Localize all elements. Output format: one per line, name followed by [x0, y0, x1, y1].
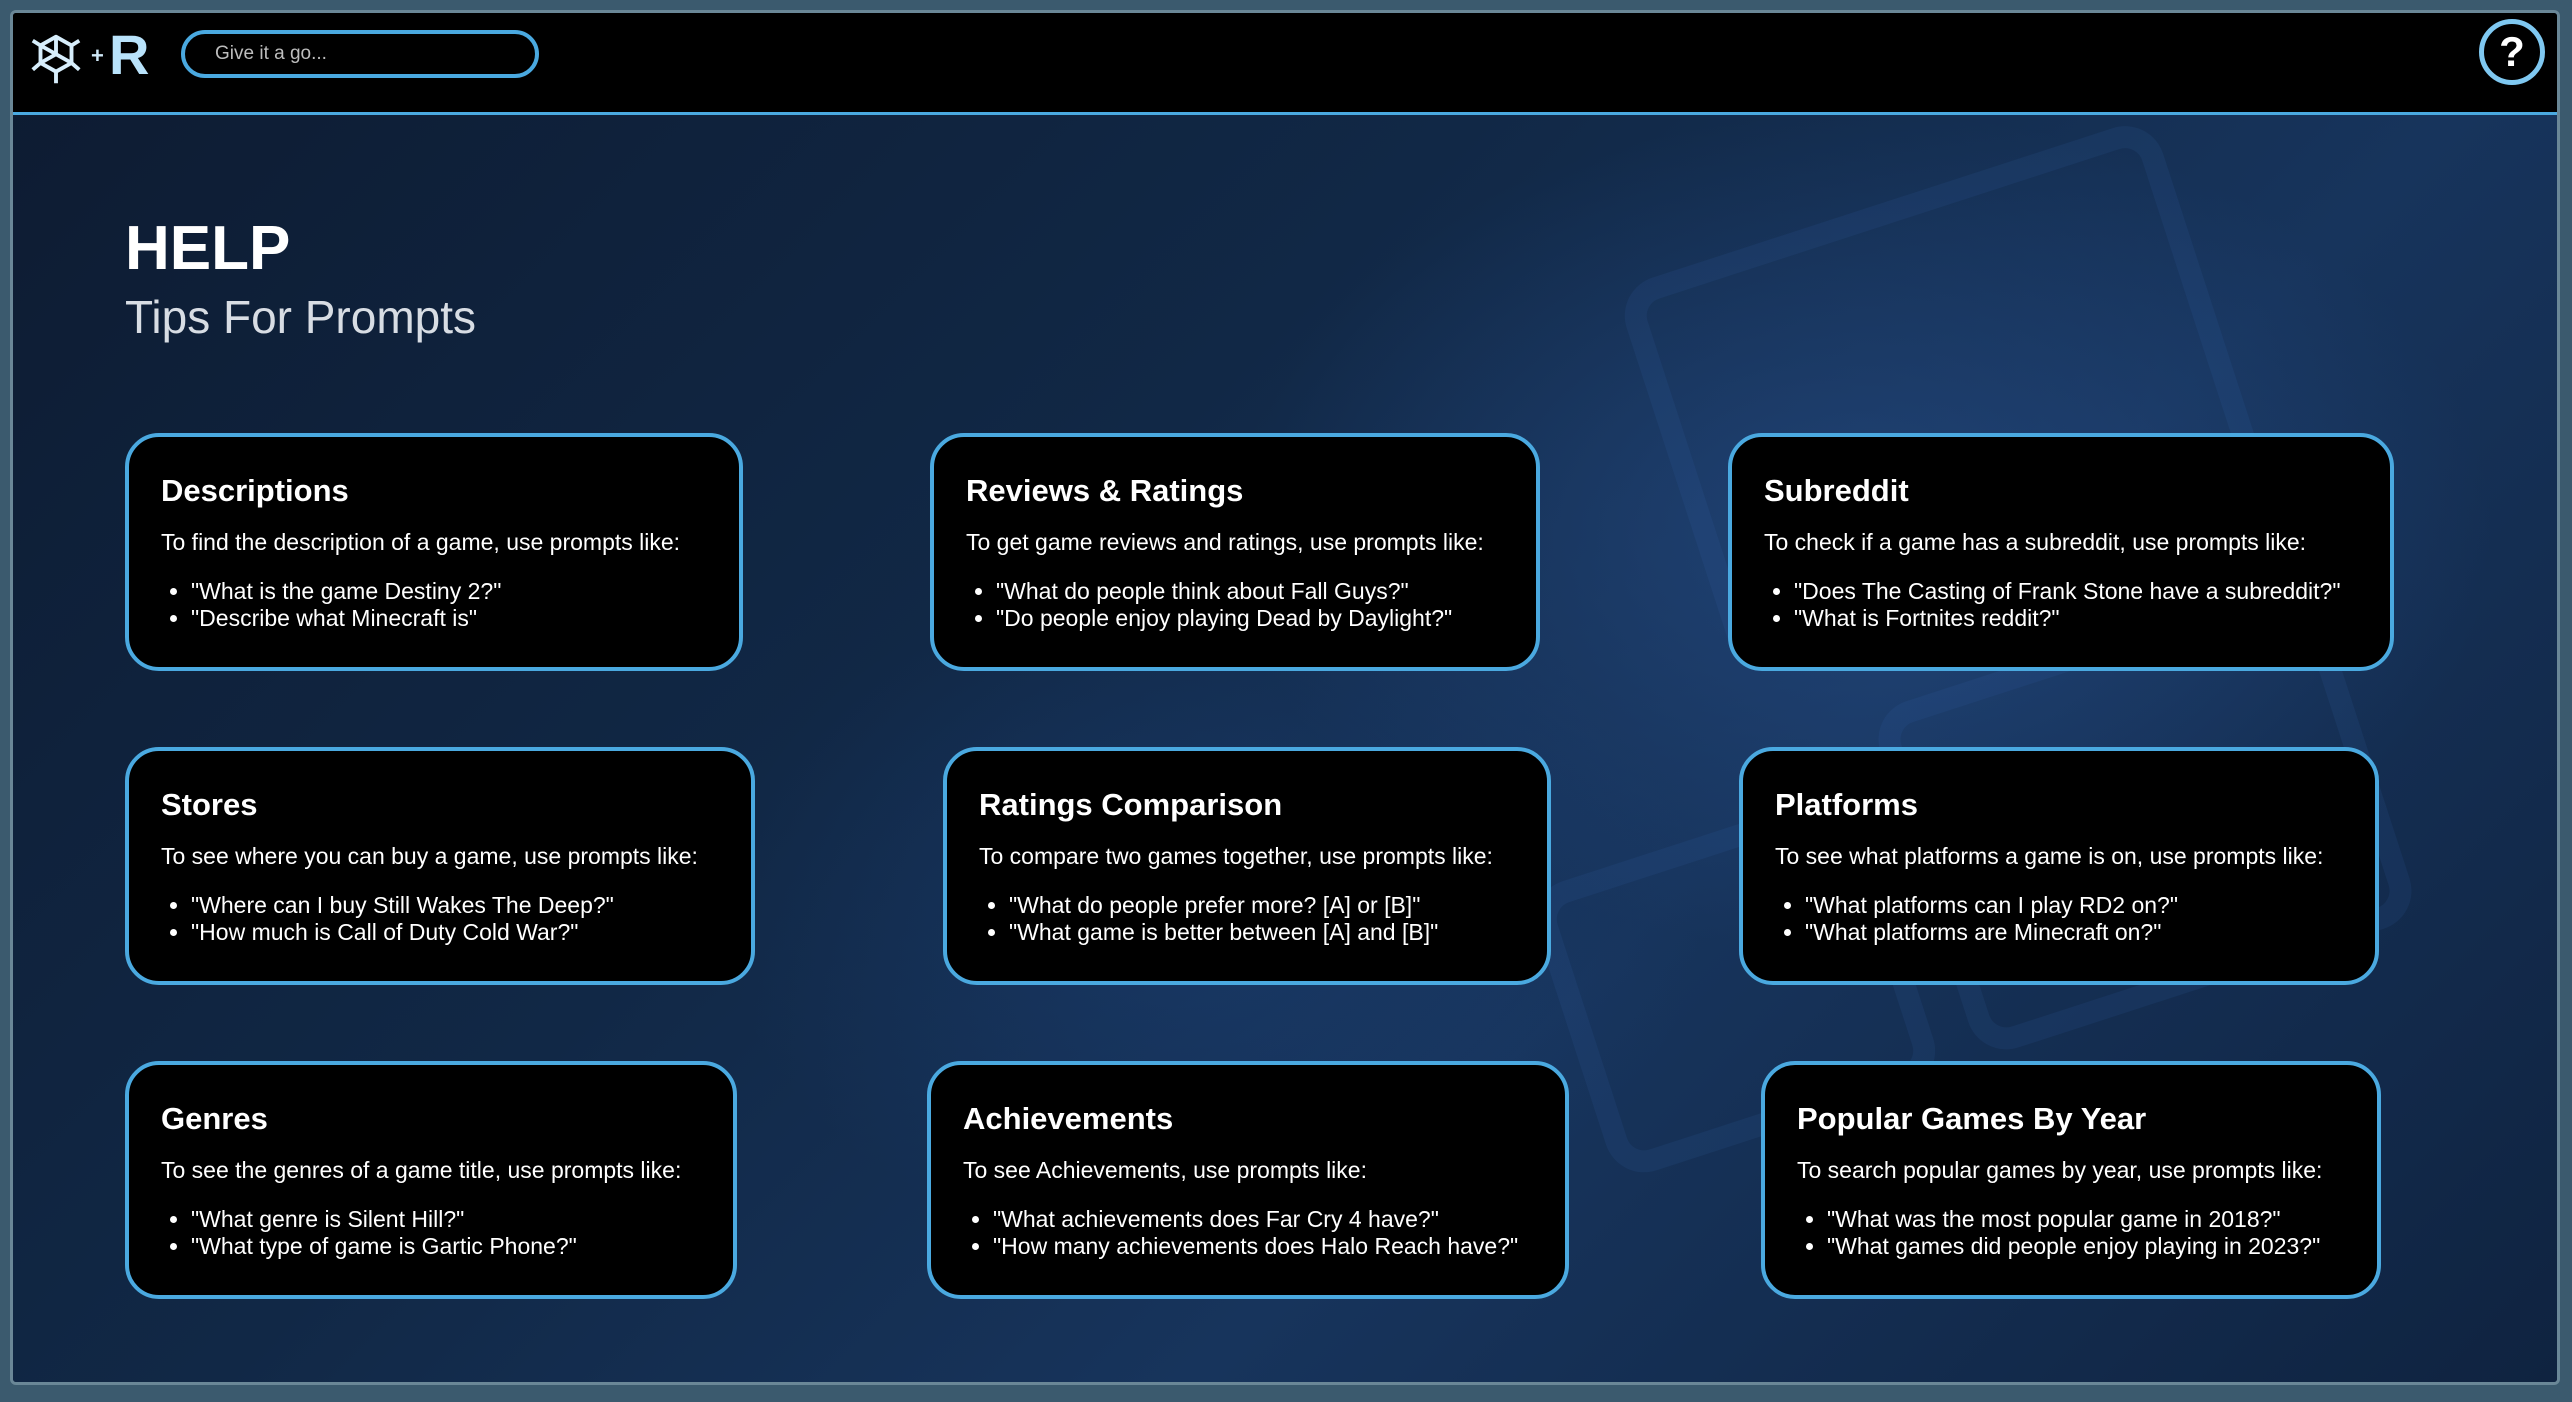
example-prompt: "What game is better between [A] and [B]… [1009, 919, 1515, 946]
card-subreddit: Subreddit To check if a game has a subre… [1728, 433, 2394, 671]
example-prompt: "What is the game Destiny 2?" [191, 578, 707, 605]
page-title: HELP [125, 214, 291, 283]
card-title: Stores [161, 787, 258, 822]
example-prompt: "Where can I buy Still Wakes The Deep?" [191, 892, 719, 919]
card-popular-games-by-year: Popular Games By Year To search popular … [1761, 1061, 2381, 1299]
example-prompt: "What is Fortnites reddit?" [1794, 605, 2358, 632]
card-title: Achievements [963, 1101, 1174, 1136]
question-mark-icon: ? [2499, 28, 2525, 75]
card-title: Descriptions [161, 473, 349, 508]
example-list: "What achievements does Far Cry 4 have?"… [963, 1206, 1533, 1260]
example-prompt: "How many achievements does Halo Reach h… [993, 1233, 1533, 1260]
page-subtitle: Tips For Prompts [125, 291, 477, 343]
card-intro: To see what platforms a game is on, use … [1775, 843, 2324, 869]
example-prompt: "Describe what Minecraft is" [191, 605, 707, 632]
example-prompt: "What platforms are Minecraft on?" [1805, 919, 2343, 946]
card-descriptions: Descriptions To find the description of … [125, 433, 743, 671]
top-navigation-bar: + R ? [13, 13, 2557, 115]
card-intro: To see where you can buy a game, use pro… [161, 843, 698, 869]
card-title: Ratings Comparison [979, 787, 1283, 822]
app-window: + R ? HELP Tips For Prompts Descriptions… [10, 10, 2560, 1385]
example-prompt: "What achievements does Far Cry 4 have?" [993, 1206, 1533, 1233]
card-achievements: Achievements To see Achievements, use pr… [927, 1061, 1569, 1299]
example-list: "What was the most popular game in 2018?… [1797, 1206, 2345, 1260]
card-intro: To see the genres of a game title, use p… [161, 1157, 682, 1183]
card-intro: To see Achievements, use prompts like: [963, 1157, 1367, 1183]
example-prompt: "What do people prefer more? [A] or [B]" [1009, 892, 1515, 919]
card-intro: To find the description of a game, use p… [161, 529, 681, 555]
card-intro: To check if a game has a subreddit, use … [1764, 529, 2307, 555]
card-title: Reviews & Ratings [966, 473, 1244, 508]
card-intro: To get game reviews and ratings, use pro… [966, 529, 1484, 555]
card-intro: To search popular games by year, use pro… [1797, 1157, 2323, 1183]
card-title: Genres [161, 1101, 268, 1136]
logo-plus-sign: + [91, 43, 104, 68]
example-list: "Where can I buy Still Wakes The Deep?" … [161, 892, 719, 946]
card-reviews-ratings: Reviews & Ratings To get game reviews an… [930, 433, 1540, 671]
card-title: Popular Games By Year [1797, 1101, 2147, 1136]
openai-logo-icon[interactable] [25, 29, 87, 91]
example-list: "What is the game Destiny 2?" "Describe … [161, 578, 707, 632]
card-genres: Genres To see the genres of a game title… [125, 1061, 737, 1299]
example-prompt: "What was the most popular game in 2018?… [1827, 1206, 2345, 1233]
example-list: "What genre is Silent Hill?" "What type … [161, 1206, 701, 1260]
example-prompt: "Does The Casting of Frank Stone have a … [1794, 578, 2358, 605]
example-prompt: "How much is Call of Duty Cold War?" [191, 919, 719, 946]
card-platforms: Platforms To see what platforms a game i… [1739, 747, 2379, 985]
example-list: "Does The Casting of Frank Stone have a … [1764, 578, 2358, 632]
card-title: Subreddit [1764, 473, 1909, 508]
search-input[interactable] [181, 30, 539, 78]
card-ratings-comparison: Ratings Comparison To compare two games … [943, 747, 1551, 985]
example-prompt: "Do people enjoy playing Dead by Dayligh… [996, 605, 1504, 632]
example-list: "What do people think about Fall Guys?" … [966, 578, 1504, 632]
help-button[interactable]: ? [2479, 19, 2545, 85]
card-intro: To compare two games together, use promp… [979, 843, 1493, 869]
example-prompt: "What do people think about Fall Guys?" [996, 578, 1504, 605]
example-prompt: "What type of game is Gartic Phone?" [191, 1233, 701, 1260]
example-list: "What do people prefer more? [A] or [B]"… [979, 892, 1515, 946]
example-prompt: "What games did people enjoy playing in … [1827, 1233, 2345, 1260]
example-prompt: "What genre is Silent Hill?" [191, 1206, 701, 1233]
example-prompt: "What platforms can I play RD2 on?" [1805, 892, 2343, 919]
card-title: Platforms [1775, 787, 1918, 822]
r-logo: R [109, 23, 150, 86]
card-stores: Stores To see where you can buy a game, … [125, 747, 755, 985]
example-list: "What platforms can I play RD2 on?" "Wha… [1775, 892, 2343, 946]
